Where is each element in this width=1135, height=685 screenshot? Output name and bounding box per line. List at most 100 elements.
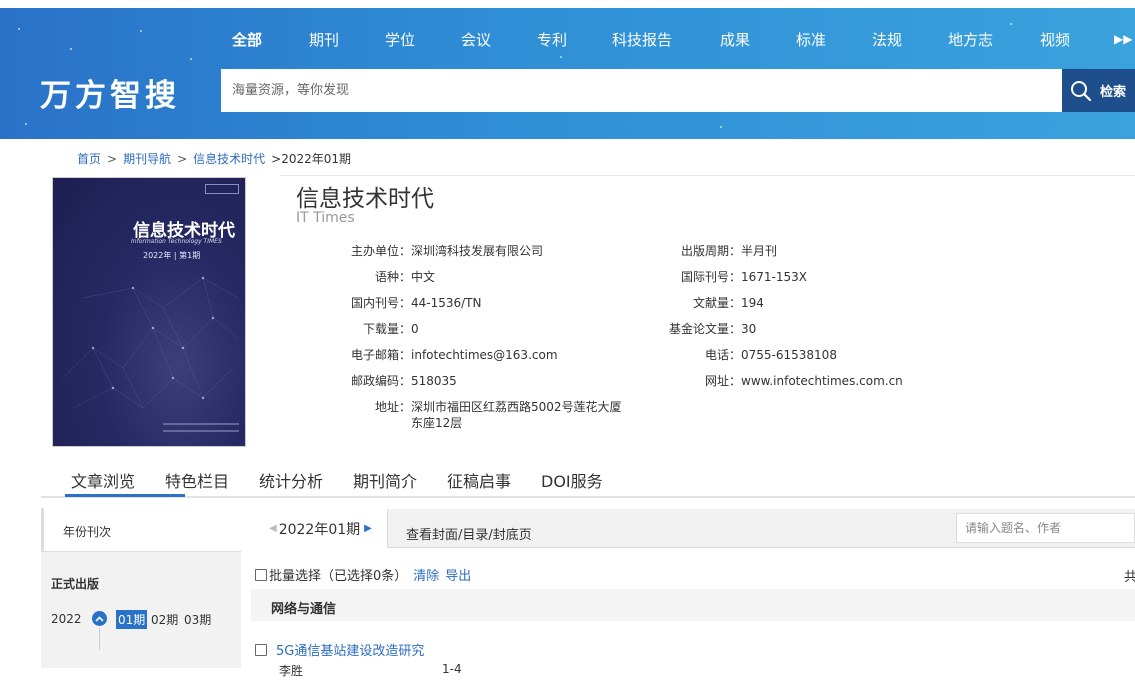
decor-speck <box>190 58 192 60</box>
nav-item-local-chronicle[interactable]: 地方志 <box>948 29 993 50</box>
tab-doi-service[interactable]: DOI服务 <box>541 468 603 492</box>
export-link[interactable]: 导出 <box>445 565 471 584</box>
current-issue-label: 2022年01期 <box>278 521 361 538</box>
nav-item-journal[interactable]: 期刊 <box>309 29 339 50</box>
nav-item-patent[interactable]: 专利 <box>537 29 567 50</box>
info-label: 出版周期： <box>680 244 741 258</box>
breadcrumb: 首页 > 期刊导航 > 信息技术时代 >2022年01期 <box>77 150 351 167</box>
cover-tag <box>205 184 239 194</box>
info-label: 国际刊号： <box>680 270 741 284</box>
info-language: 语种：中文 <box>337 268 435 285</box>
info-cn-number: 国内刊号：44-1536/TN <box>337 294 482 311</box>
tab-featured-columns[interactable]: 特色栏目 <box>165 468 229 492</box>
decor-speck <box>70 48 72 50</box>
info-value: 深圳市福田区红荔西路5002号莲花大厦 <box>411 400 622 414</box>
info-label: 电话： <box>704 348 741 362</box>
info-label: 国内刊号： <box>350 296 411 310</box>
info-value: 518035 <box>411 374 457 388</box>
nav-item-achievement[interactable]: 成果 <box>720 29 750 50</box>
info-address: 地址：深圳市福田区红荔西路5002号莲花大厦 <box>337 398 622 415</box>
tab-article-browse[interactable]: 文章浏览 <box>71 468 135 492</box>
info-value: 深圳湾科技发展有限公司 <box>411 244 544 258</box>
breadcrumb-journal-nav[interactable]: 期刊导航 <box>123 152 171 166</box>
decor-speck <box>1010 23 1012 25</box>
info-label: 邮政编码： <box>350 374 411 388</box>
decor-speck <box>720 126 722 128</box>
breadcrumb-separator: > <box>107 152 118 166</box>
info-email: 电子邮箱：infotechtimes@163.com <box>337 346 558 363</box>
info-value: 半月刊 <box>741 244 778 258</box>
info-label: 基金论文量： <box>669 322 742 336</box>
section-header: 网络与通信 <box>251 589 1135 621</box>
info-value: 中文 <box>411 270 436 284</box>
nav-item-standard[interactable]: 标准 <box>796 29 826 50</box>
info-issn: 国际刊号：1671-153X <box>669 268 807 285</box>
search-button[interactable]: 检索 <box>1062 69 1135 112</box>
info-value: 44-1536/TN <box>411 296 482 310</box>
info-value[interactable]: www.infotechtimes.com.cn <box>741 374 903 388</box>
article-title-link[interactable]: 5G通信基站建设改造研究 <box>276 640 424 659</box>
info-label: 文献量： <box>692 296 741 310</box>
nav-item-video[interactable]: 视频 <box>1040 29 1070 50</box>
article-row: 5G通信基站建设改造研究 <box>255 640 424 659</box>
info-value: 1671-153X <box>741 270 807 284</box>
nav-item-degree[interactable]: 学位 <box>385 29 415 50</box>
decor-speck <box>140 30 142 32</box>
divider <box>280 175 1135 176</box>
sidebar-header: 年份刊次 <box>41 508 241 552</box>
batch-select-checkbox[interactable] <box>255 568 267 581</box>
total-count-label: 共 <box>1124 570 1135 585</box>
article-checkbox[interactable] <box>255 643 267 656</box>
sidebar-year[interactable]: 2022 <box>51 612 82 626</box>
search-icon <box>1071 80 1092 101</box>
info-value: infotechtimes@163.com <box>411 348 558 362</box>
breadcrumb-separator: > <box>177 152 188 166</box>
issue-sidebar: 年份刊次 正式出版 2022 01期 02期 03期 <box>41 508 241 668</box>
sidebar-published-label: 正式出版 <box>51 577 100 591</box>
breadcrumb-home[interactable]: 首页 <box>77 152 101 166</box>
tab-statistics[interactable]: 统计分析 <box>259 468 323 492</box>
breadcrumb-current: >2022年01期 <box>271 152 352 166</box>
cover-subtitle: Information Technology TIMES <box>131 238 222 245</box>
prev-issue-icon[interactable]: ◀ <box>269 523 277 534</box>
nav-item-all[interactable]: 全部 <box>232 29 262 50</box>
nav-item-regulation[interactable]: 法规 <box>872 29 902 50</box>
info-label: 电子邮箱： <box>350 348 411 362</box>
info-label: 地址： <box>374 400 411 414</box>
nav-item-tech-report[interactable]: 科技报告 <box>612 29 672 50</box>
info-frequency: 出版周期：半月刊 <box>669 242 777 259</box>
site-logo[interactable]: 万方智搜 <box>40 70 180 115</box>
issue-switcher: ◀ 2022年01期 ▶ <box>251 509 388 548</box>
section-name: 网络与通信 <box>271 602 337 617</box>
info-address-line2: 东座12层 <box>411 416 463 430</box>
tab-call-for-papers[interactable]: 征稿启事 <box>447 468 511 492</box>
breadcrumb-journal[interactable]: 信息技术时代 <box>193 152 265 166</box>
sidebar-issue-02[interactable]: 02期 <box>149 610 180 629</box>
nav-more-icon[interactable]: ▶▶ <box>1114 32 1132 46</box>
info-phone: 电话：0755-61538108 <box>669 346 837 363</box>
journal-title: 信息技术时代 <box>296 186 434 212</box>
cover-issue: 2022年 | 第1期 <box>143 251 201 260</box>
next-issue-icon[interactable]: ▶ <box>364 523 372 534</box>
collapse-year-button[interactable] <box>92 611 107 626</box>
decor-speck <box>560 56 562 58</box>
info-label: 下载量： <box>362 322 411 336</box>
clear-selection-link[interactable]: 清除 <box>413 565 439 584</box>
info-website: 网址：www.infotechtimes.com.cn <box>669 372 903 389</box>
sidebar-issue-01[interactable]: 01期 <box>116 610 148 629</box>
timeline-line <box>99 628 100 650</box>
tab-journal-intro[interactable]: 期刊简介 <box>353 468 417 492</box>
article-filter-input[interactable] <box>956 513 1135 543</box>
article-pages: 1-4 <box>442 662 462 676</box>
info-value: 0 <box>411 322 419 336</box>
view-cover-link[interactable]: 查看封面/目录/封底页 <box>406 524 532 543</box>
sidebar-issue-03[interactable]: 03期 <box>182 610 213 629</box>
info-postcode: 邮政编码：518035 <box>337 372 457 389</box>
article-author[interactable]: 李胜 <box>279 662 303 679</box>
site-header: 全部 期刊 学位 会议 专利 科技报告 成果 标准 法规 地方志 视频 ▶▶ 万… <box>0 8 1135 139</box>
active-tab-indicator <box>65 494 185 497</box>
info-downloads: 下载量：0 <box>337 320 419 337</box>
journal-cover-image[interactable]: 信息技术时代 Information Technology TIMES 2022… <box>52 177 246 447</box>
nav-item-conference[interactable]: 会议 <box>461 29 491 50</box>
search-input[interactable] <box>221 69 1062 112</box>
